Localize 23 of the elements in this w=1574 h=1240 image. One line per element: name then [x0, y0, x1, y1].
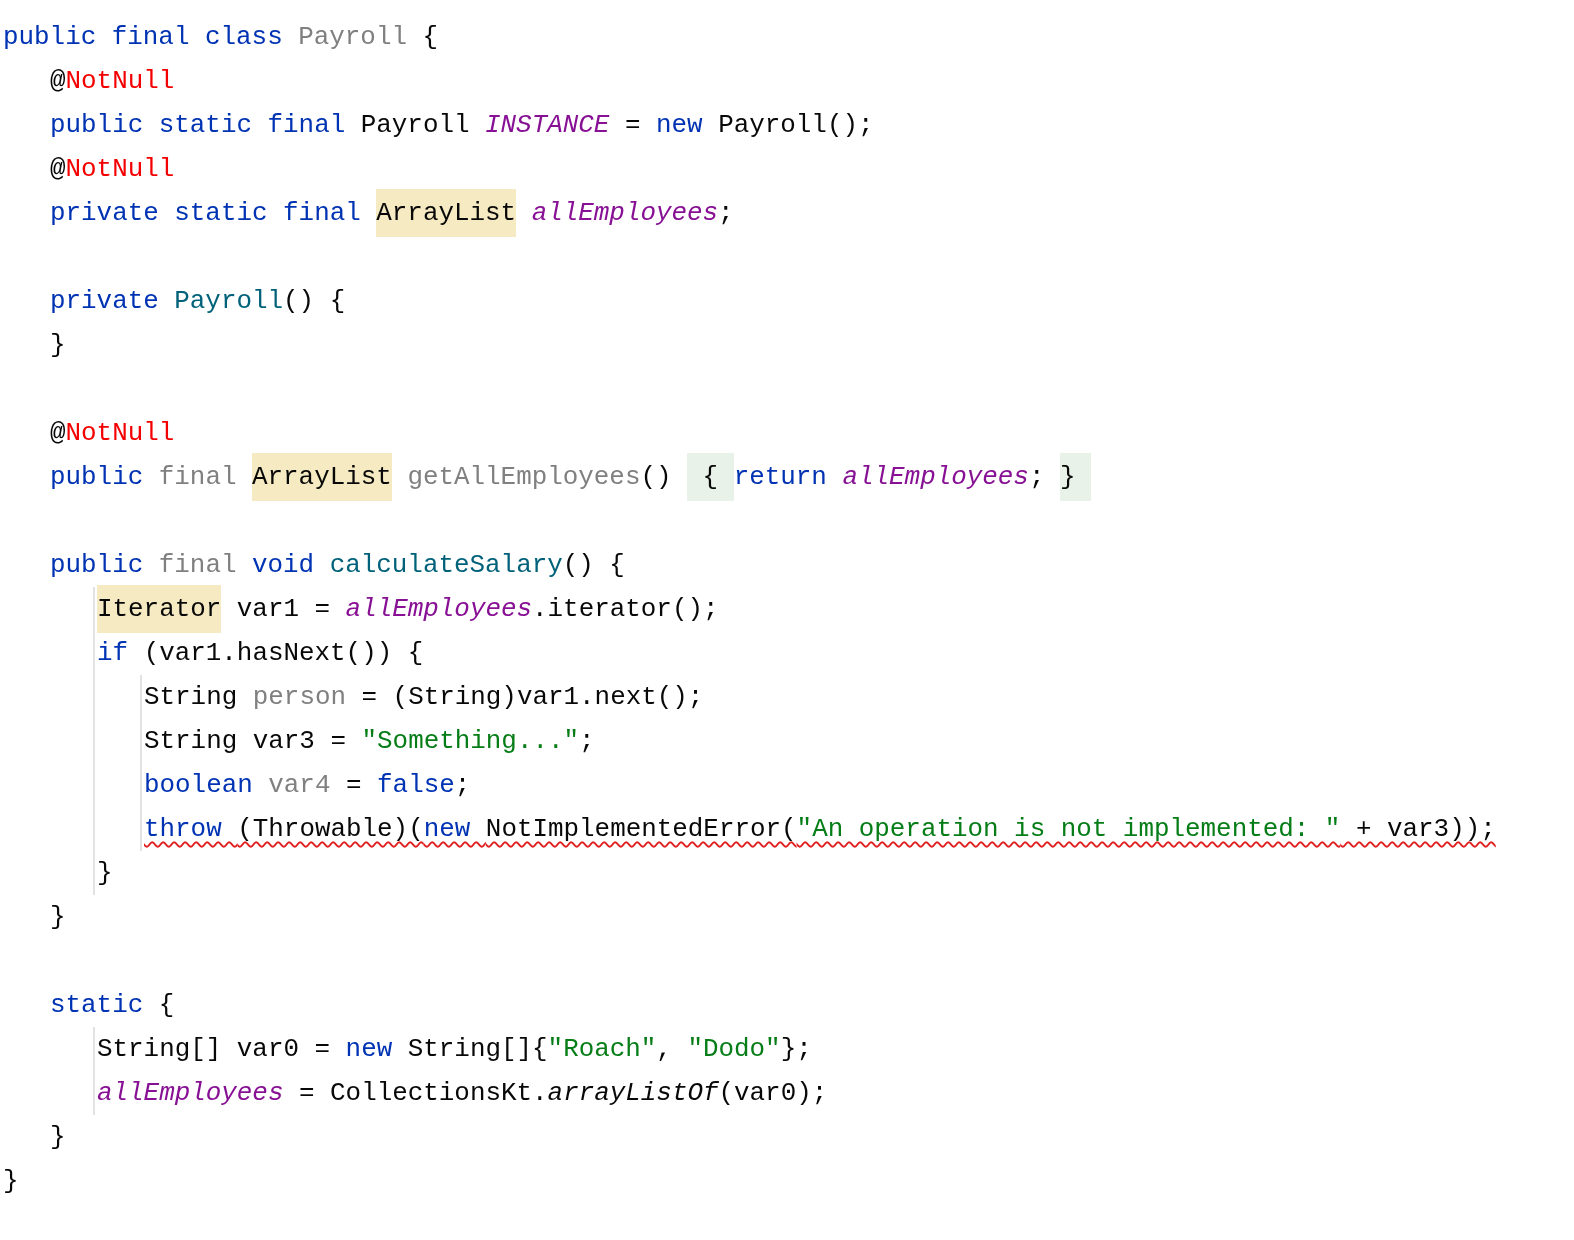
code-line: } — [50, 330, 66, 360]
code-line: @NotNull — [50, 154, 175, 184]
code-line: allEmployees = CollectionsKt.arrayListOf(var0); — [97, 1078, 828, 1108]
code-line: @NotNull — [50, 66, 175, 96]
code-line: private static final ArrayList allEmployees; — [50, 189, 734, 237]
code-line: public static final Payroll INSTANCE = new Payroll(); — [50, 110, 874, 140]
code-line: private Payroll() { — [50, 286, 346, 316]
code-line: } — [50, 1122, 66, 1152]
code-line: static { — [50, 990, 175, 1020]
code-line: boolean var4 = false; — [144, 770, 471, 800]
code-line: throw (Throwable)(new NotImplementedError("An operation is not implemented: " + var3)); — [144, 814, 1496, 844]
code-line: } — [3, 1166, 19, 1196]
code-line: Iterator var1 = allEmployees.iterator(); — [97, 585, 719, 633]
code-line: public final class Payroll { — [3, 22, 439, 52]
code-line: @NotNull — [50, 418, 175, 448]
code-line: if (var1.hasNext()) { — [97, 638, 424, 668]
code-line: } — [50, 902, 66, 932]
code-line: public final ArrayList getAllEmployees() { return allEmployees; } — [50, 453, 1092, 501]
code-line: } — [97, 858, 113, 888]
code-line: String[] var0 = new String[]{"Roach", "Dodo"}; — [97, 1034, 812, 1064]
code-line: public final void calculateSalary() { — [50, 550, 625, 580]
code-line: String var3 = "Something..."; — [144, 726, 595, 756]
code-line: String person = (String)var1.next(); — [144, 682, 704, 712]
